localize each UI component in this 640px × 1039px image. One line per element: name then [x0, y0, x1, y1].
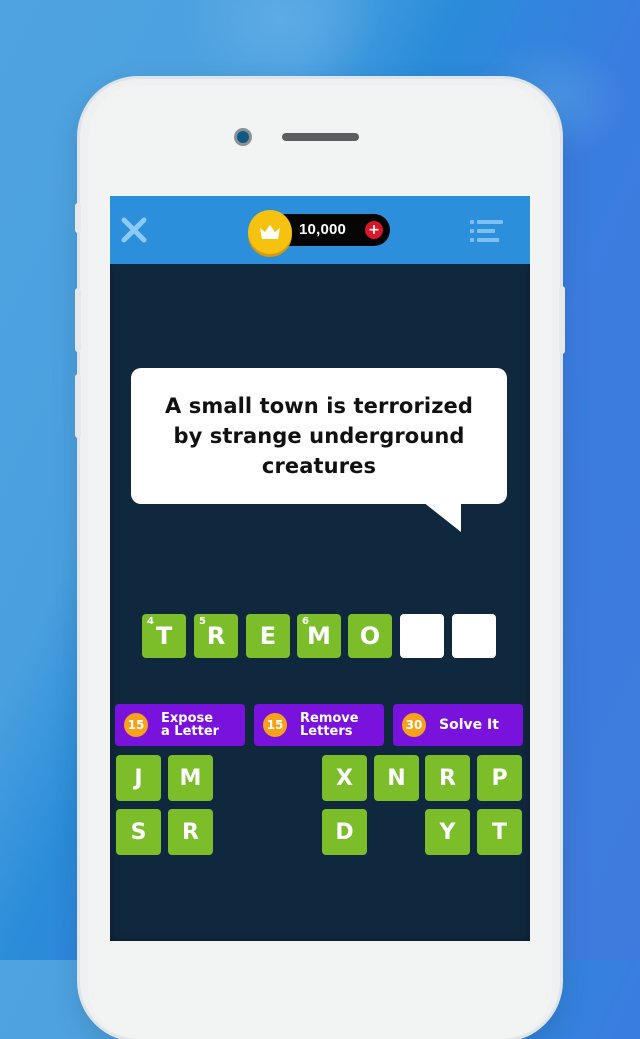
letter-key[interactable]: J	[116, 755, 161, 801]
letter-key[interactable]: X	[322, 755, 367, 801]
key-letter: M	[179, 765, 202, 791]
key-letter: R	[439, 765, 456, 791]
slot-hint-number: 6	[302, 616, 309, 627]
letter-key[interactable]: R	[425, 755, 470, 801]
letter-key[interactable]: M	[168, 755, 213, 801]
slot-letter: R	[206, 622, 226, 650]
key-letter: X	[336, 765, 353, 791]
answer-slot[interactable]: O	[348, 614, 392, 658]
coin-badge	[248, 210, 292, 254]
key-letter: D	[335, 819, 354, 845]
answer-slot-empty[interactable]	[452, 614, 496, 658]
key-letter: P	[491, 765, 508, 791]
letter-key[interactable]: P	[477, 755, 522, 801]
phone-volume-up	[75, 288, 81, 352]
remove-letters-button[interactable]: 15 Remove Letters	[254, 704, 384, 746]
hint-label: Remove Letters	[300, 704, 359, 746]
slot-hint-number: 4	[147, 616, 154, 627]
hint-label-line2: a Letter	[161, 724, 220, 739]
earpiece-speaker	[282, 133, 359, 141]
buy-coins-button[interactable]: +	[365, 221, 383, 239]
game-screen: 10,000 + A small town is terrorized by s…	[110, 196, 530, 941]
slot-hint-number: 5	[199, 616, 206, 627]
phone-volume-down	[75, 374, 81, 438]
letter-key[interactable]: S	[116, 809, 161, 855]
hint-label-line2: Letters	[300, 724, 353, 739]
slot-letter: T	[155, 622, 173, 650]
key-letter: J	[134, 765, 143, 791]
clue-bubble: A small town is terrorized by strange un…	[131, 368, 507, 504]
top-bar: 10,000 +	[110, 196, 530, 264]
list-menu-icon	[470, 220, 503, 242]
key-letter: S	[130, 819, 147, 845]
answer-slot[interactable]: 4 T	[142, 614, 186, 658]
front-camera	[234, 128, 252, 146]
hint-cost-badge: 30	[402, 713, 426, 737]
menu-button[interactable]	[470, 218, 504, 244]
slot-letter: M	[307, 622, 331, 650]
key-letter: N	[387, 765, 406, 791]
hint-label-line1: Solve It	[439, 716, 499, 733]
answer-slot-empty[interactable]	[400, 614, 444, 658]
coin-balance: 10,000	[299, 221, 347, 238]
letter-key[interactable]: D	[322, 809, 367, 855]
letter-key[interactable]: R	[168, 809, 213, 855]
letter-key[interactable]: T	[477, 809, 522, 855]
crown-icon	[260, 225, 280, 239]
phone-power-button	[559, 286, 565, 354]
key-letter: Y	[439, 819, 456, 845]
letter-key[interactable]: Y	[425, 809, 470, 855]
hint-cost-badge: 15	[263, 713, 287, 737]
close-x-icon	[121, 217, 147, 243]
hint-cost-badge: 15	[124, 713, 148, 737]
expose-letter-button[interactable]: 15 Expose a Letter	[115, 704, 245, 746]
close-button[interactable]	[120, 216, 148, 244]
clue-text: A small town is terrorized by strange un…	[164, 394, 474, 478]
clue-bubble-tail	[423, 502, 461, 532]
answer-slot[interactable]: 5 R	[194, 614, 238, 658]
hint-label: Solve It	[439, 704, 499, 746]
slot-letter: E	[259, 622, 277, 650]
key-letter: T	[491, 819, 507, 845]
slot-letter: O	[359, 622, 381, 650]
letter-key[interactable]: N	[374, 755, 419, 801]
solve-it-button[interactable]: 30 Solve It	[393, 704, 523, 746]
phone-mute-switch	[75, 203, 81, 233]
answer-slot[interactable]: E	[246, 614, 290, 658]
key-letter: R	[182, 819, 199, 845]
answer-slot[interactable]: 6 M	[297, 614, 341, 658]
plus-icon: +	[368, 222, 380, 238]
coin-counter: 10,000 +	[248, 210, 390, 254]
hint-label: Expose a Letter	[161, 704, 219, 746]
